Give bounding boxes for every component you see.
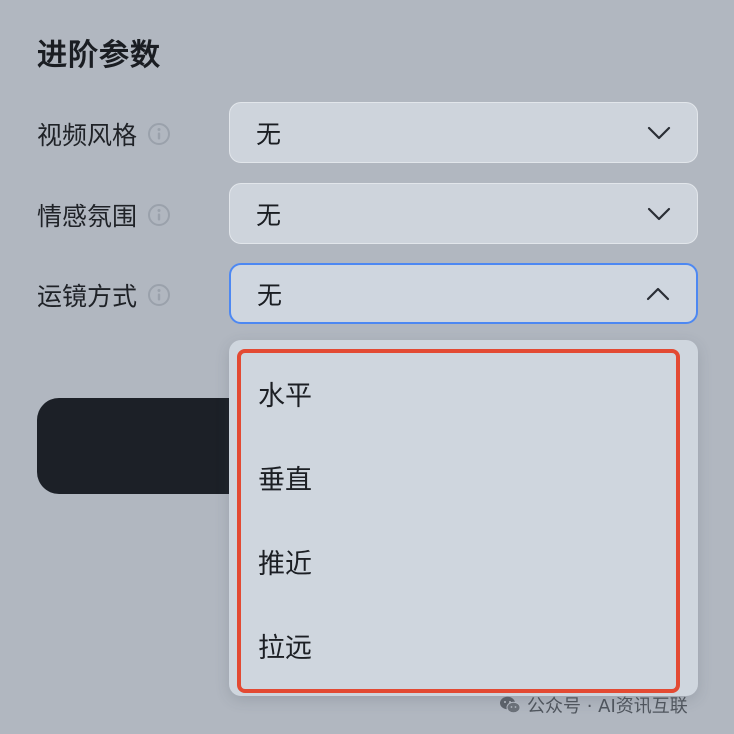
section-title: 进阶参数 xyxy=(37,38,161,73)
watermark-text: 公众号 · AI资讯互联 xyxy=(527,696,688,717)
field-label-text: 运镜方式 xyxy=(37,282,138,311)
dropdown-option-vertical[interactable]: 垂直 xyxy=(258,458,312,497)
info-circle-icon[interactable] xyxy=(147,283,171,307)
field-label-text: 视频风格 xyxy=(37,121,138,150)
camera-movement-select[interactable]: 无 xyxy=(229,263,698,324)
field-label-camera-movement: 运镜方式 xyxy=(37,277,171,313)
field-label-emotion: 情感氛围 xyxy=(37,197,171,233)
select-value: 无 xyxy=(257,280,283,310)
select-value: 无 xyxy=(256,119,282,149)
chevron-down-icon xyxy=(647,207,671,220)
dropdown-option-horizontal[interactable]: 水平 xyxy=(258,374,312,413)
emotion-select[interactable]: 无 xyxy=(229,183,698,244)
watermark: 公众号 · AI资讯互联 xyxy=(499,692,688,718)
chevron-down-icon xyxy=(647,126,671,139)
chevron-up-icon xyxy=(646,287,670,300)
field-label-video-style: 视频风格 xyxy=(37,116,171,152)
dropdown-option-pull-out[interactable]: 拉远 xyxy=(258,626,312,665)
field-label-text: 情感氛围 xyxy=(37,202,138,231)
wechat-icon xyxy=(500,696,521,714)
info-circle-icon[interactable] xyxy=(147,203,171,227)
video-style-select[interactable]: 无 xyxy=(229,102,698,163)
info-circle-icon[interactable] xyxy=(147,122,171,146)
dropdown-option-push-in[interactable]: 推近 xyxy=(258,542,312,581)
select-value: 无 xyxy=(256,200,282,230)
